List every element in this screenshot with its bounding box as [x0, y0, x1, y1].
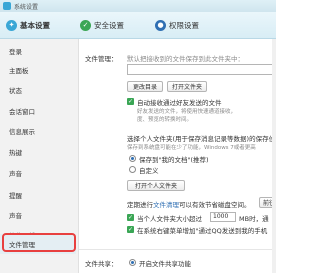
sidebar-item-chat-window[interactable]: 会话窗口 — [0, 101, 76, 121]
file-cleanup-text: 定期进行文件清理可以有效节省磁盘空间。 — [127, 199, 251, 209]
sidebar-item-sound-2[interactable]: 声音 — [0, 205, 76, 225]
tab-label: 权限设置 — [169, 20, 199, 30]
auto-receive-description-2: 度、预览的转换时间。 — [137, 117, 193, 123]
custom-location-label: 自定义 — [139, 167, 159, 175]
open-folder-button[interactable]: 打开文件夹 — [167, 81, 207, 92]
enable-file-sharing-radio[interactable] — [129, 259, 136, 266]
folder-size-limit-input[interactable]: 1000 — [210, 212, 236, 222]
tab-security-settings[interactable]: ✓ 安全设置 — [80, 17, 124, 33]
open-personal-folder-button[interactable]: 打开个人文件夹 — [127, 180, 185, 191]
enable-file-sharing-label: 开启文件共享功能 — [139, 260, 191, 268]
folder-size-limit-label: 当个人文件夹大小超过 — [137, 215, 202, 223]
sidebar-item-hotkeys[interactable]: 热键 — [0, 142, 76, 162]
default-folder-text: 默认把接收到的文件保存到此文件夹中： — [127, 55, 244, 63]
file-management-section-label: 文件管理： — [85, 55, 118, 63]
shield-check-icon: ✓ — [80, 19, 91, 31]
save-to-my-documents-label: 保存到"我的文档"(推荐) — [139, 156, 209, 164]
file-cleanup-suffix: 可以有效节省磁盘空间。 — [179, 201, 251, 209]
file-sharing-section-label: 文件共享： — [85, 260, 118, 268]
change-directory-button[interactable]: 更改目录 — [127, 81, 163, 92]
section-divider — [79, 249, 276, 250]
context-menu-send-checkbox[interactable]: ✓ — [127, 226, 134, 233]
sidebar-item-login[interactable]: 登录 — [0, 41, 76, 61]
tab-label: 安全设置 — [94, 20, 124, 30]
auto-receive-description-1: 好友发送的文件，将使用快速通道接收， — [137, 109, 237, 115]
sidebar-item-main-panel[interactable]: 主面板 — [0, 60, 76, 80]
tab-permission-settings[interactable]: ● 权限设置 — [155, 17, 199, 33]
download-folder-path-field[interactable] — [127, 64, 273, 75]
context-menu-send-label: 在系统右键菜单增加"通过QQ发送到我的手机 — [137, 227, 268, 235]
file-management-highlight-box — [2, 233, 76, 252]
save-to-my-documents-radio[interactable] — [129, 155, 136, 162]
sidebar-item-status[interactable]: 状态 — [0, 80, 76, 100]
window-title: 系统设置 — [14, 4, 39, 11]
personal-folder-description: 保存到系统盘可能在少了功能，Windows 7或者更高 — [127, 145, 256, 151]
window-titlebar: 系统设置 — [0, 0, 276, 12]
app-logo-icon — [3, 2, 11, 10]
permission-icon: ● — [155, 19, 166, 31]
custom-location-radio[interactable] — [129, 166, 136, 173]
file-cleanup-prefix: 定期进行 — [127, 201, 153, 209]
sidebar-item-reminders[interactable]: 提醒 — [0, 185, 76, 205]
auto-receive-checkbox[interactable]: ✓ — [127, 98, 134, 105]
settings-tabbar: ✦ 基本设置 ✓ 安全设置 ● 权限设置 — [0, 12, 276, 39]
gear-icon: ✦ — [6, 19, 17, 31]
personal-folder-text: 选择个人文件夹(用于保存消息记录等数据)的保存位 — [127, 135, 276, 143]
sidebar-item-info-display[interactable]: 信息展示 — [0, 121, 76, 141]
content-scrollbar[interactable] — [272, 39, 276, 273]
tab-label: 基本设置 — [20, 20, 50, 30]
sidebar-item-sound-1[interactable]: 声音 — [0, 163, 76, 183]
settings-content: 文件管理： 默认把接收到的文件保存到此文件夹中： 更改目录 打开文件夹 ✓ 自动… — [79, 39, 276, 273]
folder-size-limit-checkbox[interactable]: ✓ — [127, 214, 134, 221]
auto-receive-label: 自动接收通过好友发送的文件 — [137, 99, 222, 107]
folder-size-limit-unit: MB时，通 — [239, 215, 269, 223]
file-cleanup-link[interactable]: 文件清理 — [153, 201, 179, 209]
tab-basic-settings[interactable]: ✦ 基本设置 — [6, 17, 50, 33]
